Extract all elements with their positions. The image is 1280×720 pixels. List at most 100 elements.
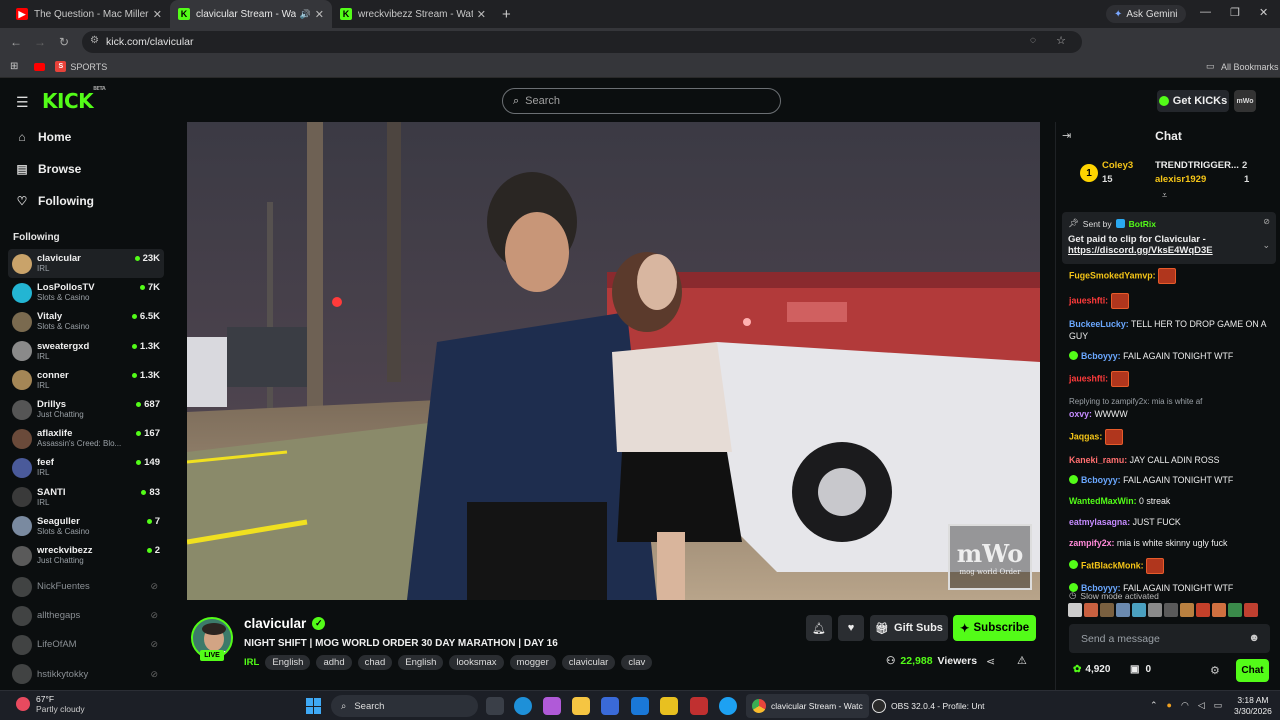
nav-browse[interactable]: ▤ Browse [16,162,81,176]
user-avatar[interactable]: mWo [1234,90,1256,112]
following-channel-offline[interactable]: hstikkytokky ⊘ [8,660,164,689]
stream-tag[interactable]: English [398,655,444,670]
outlook-icon[interactable] [631,697,649,715]
chat-username[interactable]: zampify2x: [1069,538,1114,548]
chat-username[interactable]: BuckeeLucky: [1069,319,1129,329]
following-channel-conner[interactable]: conner IRL 1.3K [8,366,164,395]
url-field[interactable]: ⚙ kick.com/clavicular ◌ ☆ [82,31,1082,53]
emoji-icon[interactable]: ☻ [1248,632,1260,644]
chevron-up-icon[interactable]: ⌃ [1150,700,1158,711]
chat-input[interactable] [1081,632,1241,645]
chat-username[interactable]: Kaneki_ramu: [1069,455,1127,465]
chat-input-box[interactable]: ☻ [1069,624,1270,653]
chat-username[interactable]: Bcboyyy: [1081,351,1121,361]
following-channel-vitaly[interactable]: Vitaly Slots & Casino 6.5K [8,307,164,336]
emote-icon[interactable] [1212,603,1226,617]
stream-tag[interactable]: clavicular [561,655,616,670]
gift-subs-button[interactable]: 🎁︎ Gift Subs [870,615,948,641]
pinned-message[interactable]: 📌︎ Sent by BotRix Get paid to clip for C… [1062,212,1276,264]
share-icon[interactable]: ⋖ [986,655,995,668]
report-icon[interactable]: ⚠ [1017,654,1027,667]
stream-tag[interactable]: chad [357,655,393,670]
video-player[interactable]: mWo mog world Order [187,122,1040,600]
nav-home[interactable]: ⌂ Home [16,130,71,144]
search-input[interactable] [525,95,746,107]
send-chat-button[interactable]: Chat [1236,659,1269,682]
following-channel-offline[interactable]: LifeOfAM ⊘ [8,630,164,659]
emote-icon[interactable] [1196,603,1210,617]
speaker-icon[interactable]: 🔊 [300,9,311,20]
emote-icon[interactable] [1132,603,1146,617]
following-channel-lospollostv[interactable]: LosPollosTV Slots & Casino 7K [8,278,164,307]
microphone-icon[interactable]: ● [1167,700,1172,711]
emote-icon[interactable] [1228,603,1242,617]
store-icon[interactable] [601,697,619,715]
close-icon[interactable]: ✕ [153,8,162,21]
chat-username[interactable]: jaueshfti: [1069,374,1108,384]
nav-following[interactable]: ♡ Following [16,194,94,208]
following-channel-drillys[interactable]: Drillys Just Chatting 687 [8,395,164,424]
hamburger-menu-icon[interactable]: ☰ [16,94,29,111]
stream-tag[interactable]: English [265,655,311,670]
all-bookmarks[interactable]: All Bookmarks [1221,62,1279,72]
following-channel-clavicular[interactable]: clavicular IRL 23K [8,249,164,278]
following-channel-offline[interactable]: NickFuentes ⊘ [8,572,164,601]
browser-tab-wreckvibezz[interactable]: K wreckvibezz Stream - Watch Liv ✕ [332,0,494,28]
following-channel-sweatergxd[interactable]: sweatergxd IRL 1.3K [8,337,164,366]
notification-bell-button[interactable]: 🔔︎ [806,615,832,641]
search-bar[interactable]: ⌕ [502,88,781,114]
chat-username[interactable]: jaueshfti: [1069,295,1108,305]
twitter-icon[interactable] [719,697,737,715]
back-icon[interactable]: ← [4,35,28,49]
emote-icon[interactable] [1180,603,1194,617]
forward-icon[interactable]: → [28,35,52,49]
chat-username[interactable]: FugeSmokedYamvp: [1069,270,1156,280]
gear-icon[interactable]: ⚙ [1210,664,1220,677]
browser-tab-clavicular[interactable]: K clavicular Stream - Watch Li 🔊 ✕ [170,0,332,28]
leader-name[interactable]: alexisr1929 [1155,174,1206,185]
close-icon[interactable]: ✕ [477,8,486,21]
following-channel-feef[interactable]: feef IRL 149 [8,453,164,482]
youtube-bookmark-icon[interactable] [34,62,46,71]
emote-icon[interactable] [1164,603,1178,617]
stream-tag[interactable]: mogger [509,655,556,670]
drops-counter[interactable]: ▣ 0 [1130,664,1151,675]
edge-icon[interactable] [514,697,532,715]
file-explorer-icon[interactable] [572,697,590,715]
battery-icon[interactable]: ▭ [1214,700,1223,711]
pinned-link[interactable]: https://discord.gg/VksE4WqD3E [1068,245,1270,256]
maximize-icon[interactable]: ❐ [1230,6,1240,19]
close-icon[interactable]: ✕ [315,8,324,21]
unpin-icon[interactable]: ⊘ [1263,217,1270,226]
taskbar-clock[interactable]: 3:18 AM 3/30/2026 [1234,695,1272,717]
app-icon[interactable] [690,697,708,715]
copilot-icon[interactable] [543,697,561,715]
follow-heart-button[interactable]: ♥ [838,615,864,641]
streamer-name[interactable]: clavicular ✓ [244,616,326,631]
browser-tab-youtube[interactable]: ▶ The Question - Mac Miller ft. Li ✕ [8,0,170,28]
emote-icon[interactable] [1068,603,1082,617]
emote-icon[interactable] [1116,603,1130,617]
emote-icon[interactable] [1084,603,1098,617]
chat-username[interactable]: Bcboyyy: [1081,475,1121,485]
chat-username[interactable]: WantedMaxWin: [1069,496,1137,506]
chat-username[interactable]: FatBlackMonk: [1081,560,1144,570]
weather-widget[interactable]: 67°F Partly cloudy [16,694,85,714]
chat-username[interactable]: Jaqgas: [1069,431,1102,441]
stream-tag[interactable]: clav [621,655,653,670]
chat-username[interactable]: eatmylasagna: [1069,517,1130,527]
following-channel-santi[interactable]: SANTI IRL 83 [8,483,164,512]
stream-tag[interactable]: looksmax [449,655,504,670]
channel-points[interactable]: ✿ 4,920 [1073,664,1110,675]
ask-gemini-button[interactable]: ✦ Ask Gemini [1106,5,1186,23]
windows-start-icon[interactable] [306,698,322,714]
emote-icon[interactable] [1148,603,1162,617]
stream-tag[interactable]: adhd [316,655,352,670]
minimize-icon[interactable]: — [1200,6,1211,18]
category-link[interactable]: IRL [244,657,259,668]
leader-name[interactable]: Coley3 [1102,160,1133,171]
volume-icon[interactable]: ◁ [1198,700,1205,711]
task-view-icon[interactable] [486,697,504,715]
taskbar-window-chrome[interactable]: clavicular Stream - Watc [746,694,869,718]
eye-off-icon[interactable]: ◌ [1030,35,1036,46]
